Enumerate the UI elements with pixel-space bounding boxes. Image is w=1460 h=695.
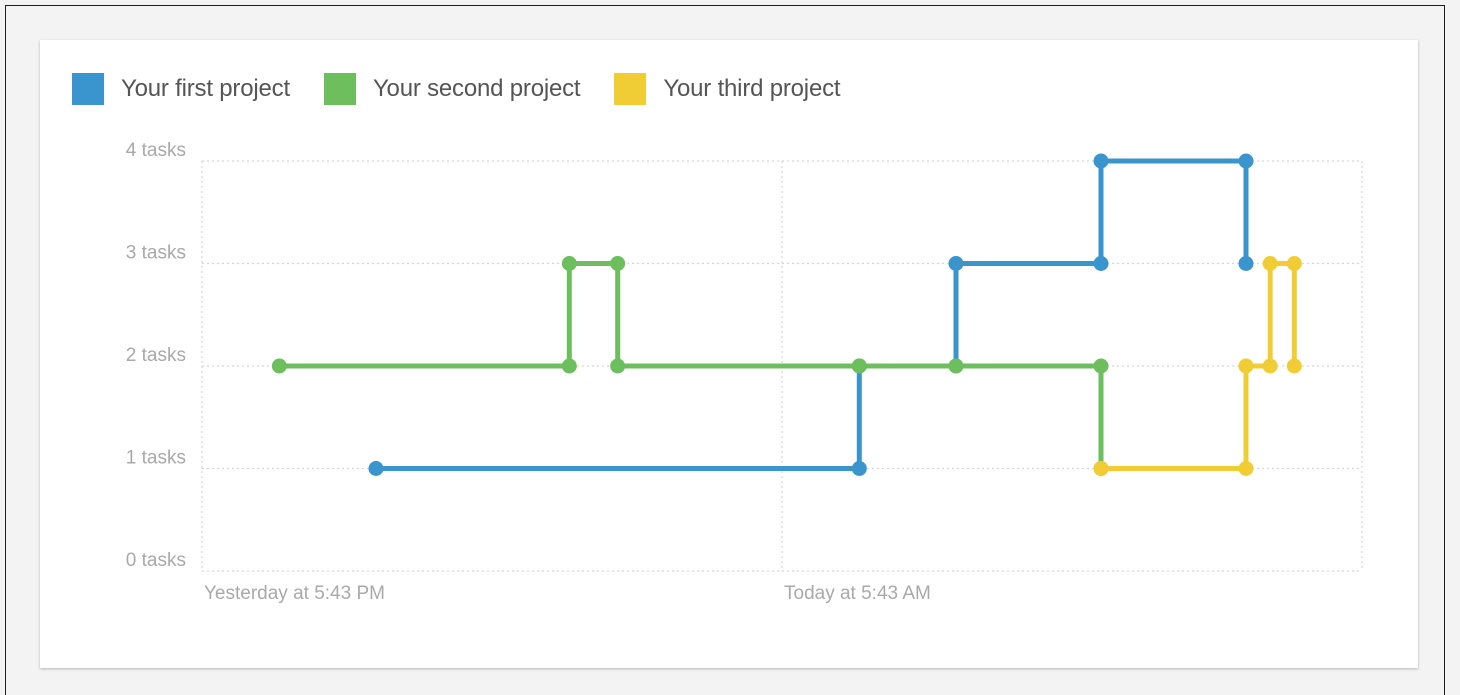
- data-point-s3-6[interactable]: [1286, 358, 1302, 374]
- data-point-s1-7[interactable]: [1238, 153, 1254, 169]
- x-tick-label-1: Today at 5:43 AM: [784, 583, 931, 604]
- y-tick-label-0: 0 tasks: [126, 550, 186, 571]
- series-line-2: [276, 261, 1104, 471]
- data-point-s1-8[interactable]: [1238, 256, 1254, 271]
- data-point-s1-5[interactable]: [1093, 256, 1109, 271]
- y-tick-label-3: 3 tasks: [126, 243, 186, 264]
- series-line-1: [373, 158, 1249, 471]
- chart-svg: 0 tasks 1 tasks 2 tasks 3 tasks 4 tasks Yest…: [126, 140, 1363, 604]
- outer-frame: Your first project Your second project Y…: [5, 5, 1445, 695]
- y-tick-label-4: 4 tasks: [126, 140, 186, 161]
- data-point-s3-5[interactable]: [1286, 256, 1302, 271]
- data-point-s2-4[interactable]: [610, 358, 626, 374]
- data-point-s3-0[interactable]: [1093, 461, 1109, 476]
- data-point-s3-2[interactable]: [1238, 358, 1254, 374]
- data-point-s3-3[interactable]: [1262, 358, 1278, 374]
- data-point-s3-1[interactable]: [1238, 461, 1254, 476]
- chart-card: Your first project Your second project Y…: [40, 40, 1418, 668]
- data-point-s2-7[interactable]: [1093, 358, 1109, 374]
- data-point-s2-3[interactable]: [610, 256, 626, 271]
- data-point-s1-1[interactable]: [851, 461, 867, 476]
- data-point-s3-4[interactable]: [1262, 256, 1278, 271]
- y-tick-label-1: 1 tasks: [126, 448, 186, 469]
- series-2: [271, 256, 1109, 476]
- x-tick-label-0: Yesterday at 5:43 PM: [204, 583, 385, 604]
- data-point-s1-6[interactable]: [1093, 153, 1109, 169]
- x-tick-layer: Yesterday at 5:43 PM Today at 5:43 AM: [204, 583, 931, 604]
- y-tick-label-2: 2 tasks: [126, 345, 186, 366]
- data-point-s2-0[interactable]: [271, 358, 287, 374]
- data-point-s2-6[interactable]: [948, 358, 964, 374]
- series-layer: [271, 153, 1302, 476]
- data-point-s2-5[interactable]: [851, 358, 867, 374]
- data-point-s1-4[interactable]: [948, 256, 964, 271]
- data-point-s1-0[interactable]: [368, 461, 384, 476]
- data-point-s2-2[interactable]: [561, 256, 577, 271]
- data-point-s2-1[interactable]: [561, 358, 577, 374]
- series-1: [368, 153, 1254, 476]
- y-tick-layer: 0 tasks 1 tasks 2 tasks 3 tasks 4 tasks: [126, 140, 186, 571]
